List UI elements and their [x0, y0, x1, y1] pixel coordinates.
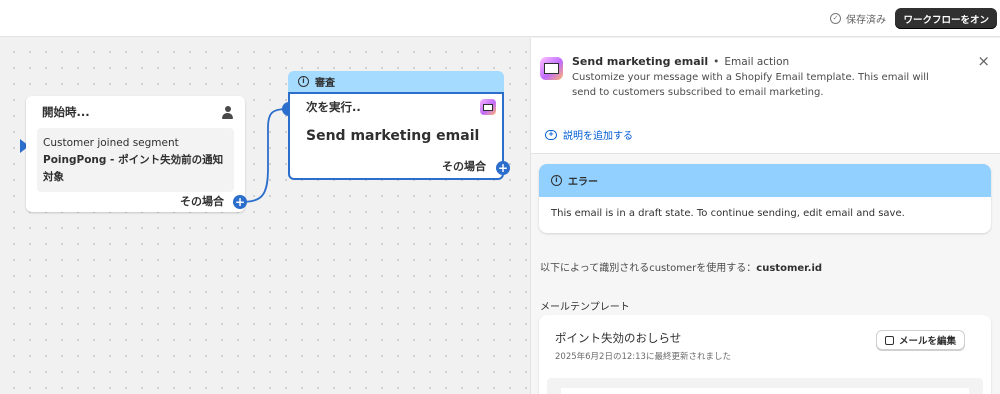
action-title: Send marketing email	[306, 128, 480, 144]
check-circle-icon: ✓	[830, 13, 841, 24]
action-node[interactable]: i 審査 次を実行.. Send marketing email その場合	[288, 71, 504, 180]
customer-identifier: 以下によって識別されるcustomerを使用する：customer.id	[540, 259, 822, 274]
identifier-prefix: 以下によって識別されるcustomerを使用する：	[540, 263, 757, 274]
info-icon: i	[298, 76, 309, 87]
panel-title: Send marketing email	[572, 55, 709, 68]
add-description-link[interactable]: + 説明を追加する	[545, 127, 633, 142]
email-template-card: ポイント失効のおしらせ 2025年6月2日の12:13に最終更新されました メー…	[539, 315, 991, 394]
turn-on-workflow-button[interactable]: ワークフローをオン	[895, 8, 997, 29]
edit-email-button[interactable]: メールを編集	[875, 330, 965, 350]
add-description-label: 説明を追加する	[563, 131, 633, 142]
action-details-panel: Send marketing email • Email action Cust…	[530, 38, 1000, 394]
review-label: 審査	[315, 78, 335, 89]
segment-name: PoingPong - ポイント失効前の通知対象	[43, 154, 224, 183]
top-bar: ✓ 保存済み ワークフローをオン	[0, 0, 1000, 37]
email-icon	[480, 99, 496, 115]
saved-status: ✓ 保存済み	[830, 11, 886, 26]
error-title: エラー	[568, 177, 598, 188]
trigger-condition-label: Customer joined segment	[43, 137, 179, 149]
trigger-condition: Customer joined segment PoingPong - ポイント…	[37, 128, 234, 192]
workflow-canvas[interactable]: 開始時... Customer joined segment PoingPong…	[0, 38, 530, 394]
template-updated: 2025年6月2日の12:13に最終更新されました	[555, 352, 731, 362]
identifier-value: customer.id	[756, 263, 823, 274]
action-header: 次を実行..	[306, 100, 361, 114]
action-then-label: その場合	[442, 160, 486, 173]
add-comment-icon: +	[545, 129, 557, 140]
customer-icon	[221, 105, 234, 119]
template-preview-frame	[561, 388, 969, 394]
panel-title-row: Send marketing email • Email action	[572, 55, 789, 68]
email-template-label: メールテンプレート	[540, 302, 630, 313]
error-info-icon: i	[551, 175, 562, 186]
template-preview	[547, 378, 983, 394]
action-add-step-button[interactable]: +	[496, 161, 510, 175]
close-icon[interactable]: ×	[977, 52, 990, 70]
external-link-icon	[884, 335, 894, 345]
edit-email-label: メールを編集	[898, 336, 956, 347]
error-banner: i エラー This email is in a draft state. To…	[539, 164, 991, 233]
trigger-then-label: その場合	[180, 195, 224, 208]
review-bar: i 審査	[288, 71, 504, 92]
panel-header: Send marketing email • Email action Cust…	[531, 38, 1000, 154]
trigger-header: 開始時...	[42, 105, 90, 119]
title-separator: •	[713, 56, 720, 68]
trigger-node[interactable]: 開始時... Customer joined segment PoingPong…	[26, 96, 245, 212]
saved-status-label: 保存済み	[846, 15, 886, 26]
panel-subtitle: Email action	[724, 56, 790, 68]
trigger-add-step-button[interactable]: +	[233, 195, 247, 209]
connector-line	[239, 108, 288, 203]
email-action-icon	[540, 57, 563, 80]
error-message: This email is in a draft state. To conti…	[551, 208, 905, 219]
panel-description: Customize your message with a Shopify Em…	[572, 72, 929, 98]
template-name: ポイント失効のおしらせ	[555, 331, 682, 345]
